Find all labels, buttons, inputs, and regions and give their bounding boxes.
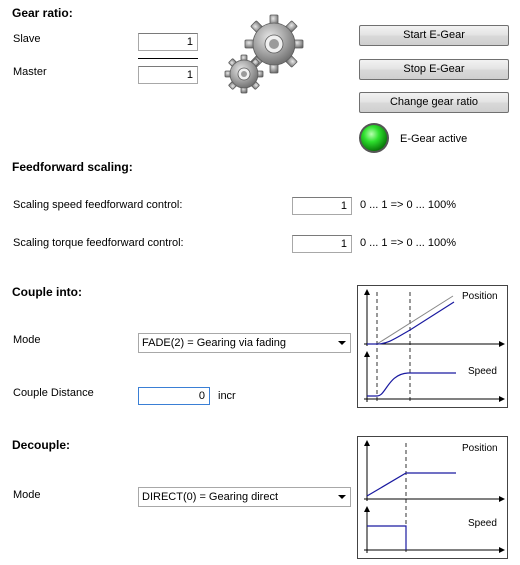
couple-distance-unit: incr (218, 390, 236, 402)
decouple-title: Decouple: (12, 438, 71, 452)
slave-input[interactable]: 1 (138, 33, 198, 51)
couple-distance-label: Couple Distance (13, 387, 94, 399)
couple-title: Couple into: (12, 285, 82, 299)
chevron-down-icon (338, 495, 346, 499)
gears-icon (222, 14, 308, 94)
couple-mode-select[interactable]: FADE(2) = Gearing via fading (138, 333, 351, 353)
torque-feedforward-input[interactable]: 1 (292, 235, 352, 253)
status-led-icon (358, 122, 390, 154)
master-label: Master (13, 66, 47, 78)
decouple-speed-label: Speed (468, 518, 497, 529)
feedforward-title: Feedforward scaling: (12, 160, 133, 174)
ratio-divider (138, 58, 198, 59)
couple-speed-label: Speed (468, 366, 497, 377)
stop-egear-button[interactable]: Stop E-Gear (359, 59, 509, 80)
torque-feedforward-hint: 0 ... 1 => 0 ... 100% (360, 237, 457, 249)
master-input[interactable]: 1 (138, 66, 198, 84)
torque-feedforward-label: Scaling torque feedforward control: (13, 237, 184, 249)
speed-feedforward-input[interactable]: 1 (292, 197, 352, 215)
couple-position-label: Position (462, 291, 498, 302)
decouple-mode-value: DIRECT(0) = Gearing direct (142, 491, 279, 503)
decouple-mode-select[interactable]: DIRECT(0) = Gearing direct (138, 487, 351, 507)
speed-feedforward-hint: 0 ... 1 => 0 ... 100% (360, 199, 457, 211)
slave-label: Slave (13, 33, 41, 45)
decouple-mode-label: Mode (13, 489, 41, 501)
couple-distance-input[interactable]: 0 (138, 387, 210, 405)
decouple-position-label: Position (462, 443, 498, 454)
couple-mode-label: Mode (13, 334, 41, 346)
couple-mode-value: FADE(2) = Gearing via fading (142, 337, 286, 349)
start-egear-button[interactable]: Start E-Gear (359, 25, 509, 46)
chevron-down-icon (338, 341, 346, 345)
change-gear-ratio-button[interactable]: Change gear ratio (359, 92, 509, 113)
decouple-diagram: Position Speed (357, 436, 508, 559)
couple-diagram: Position Speed (357, 285, 508, 408)
egear-status-label: E-Gear active (400, 133, 468, 145)
gear-ratio-title: Gear ratio: (12, 6, 73, 20)
speed-feedforward-label: Scaling speed feedforward control: (13, 199, 183, 211)
